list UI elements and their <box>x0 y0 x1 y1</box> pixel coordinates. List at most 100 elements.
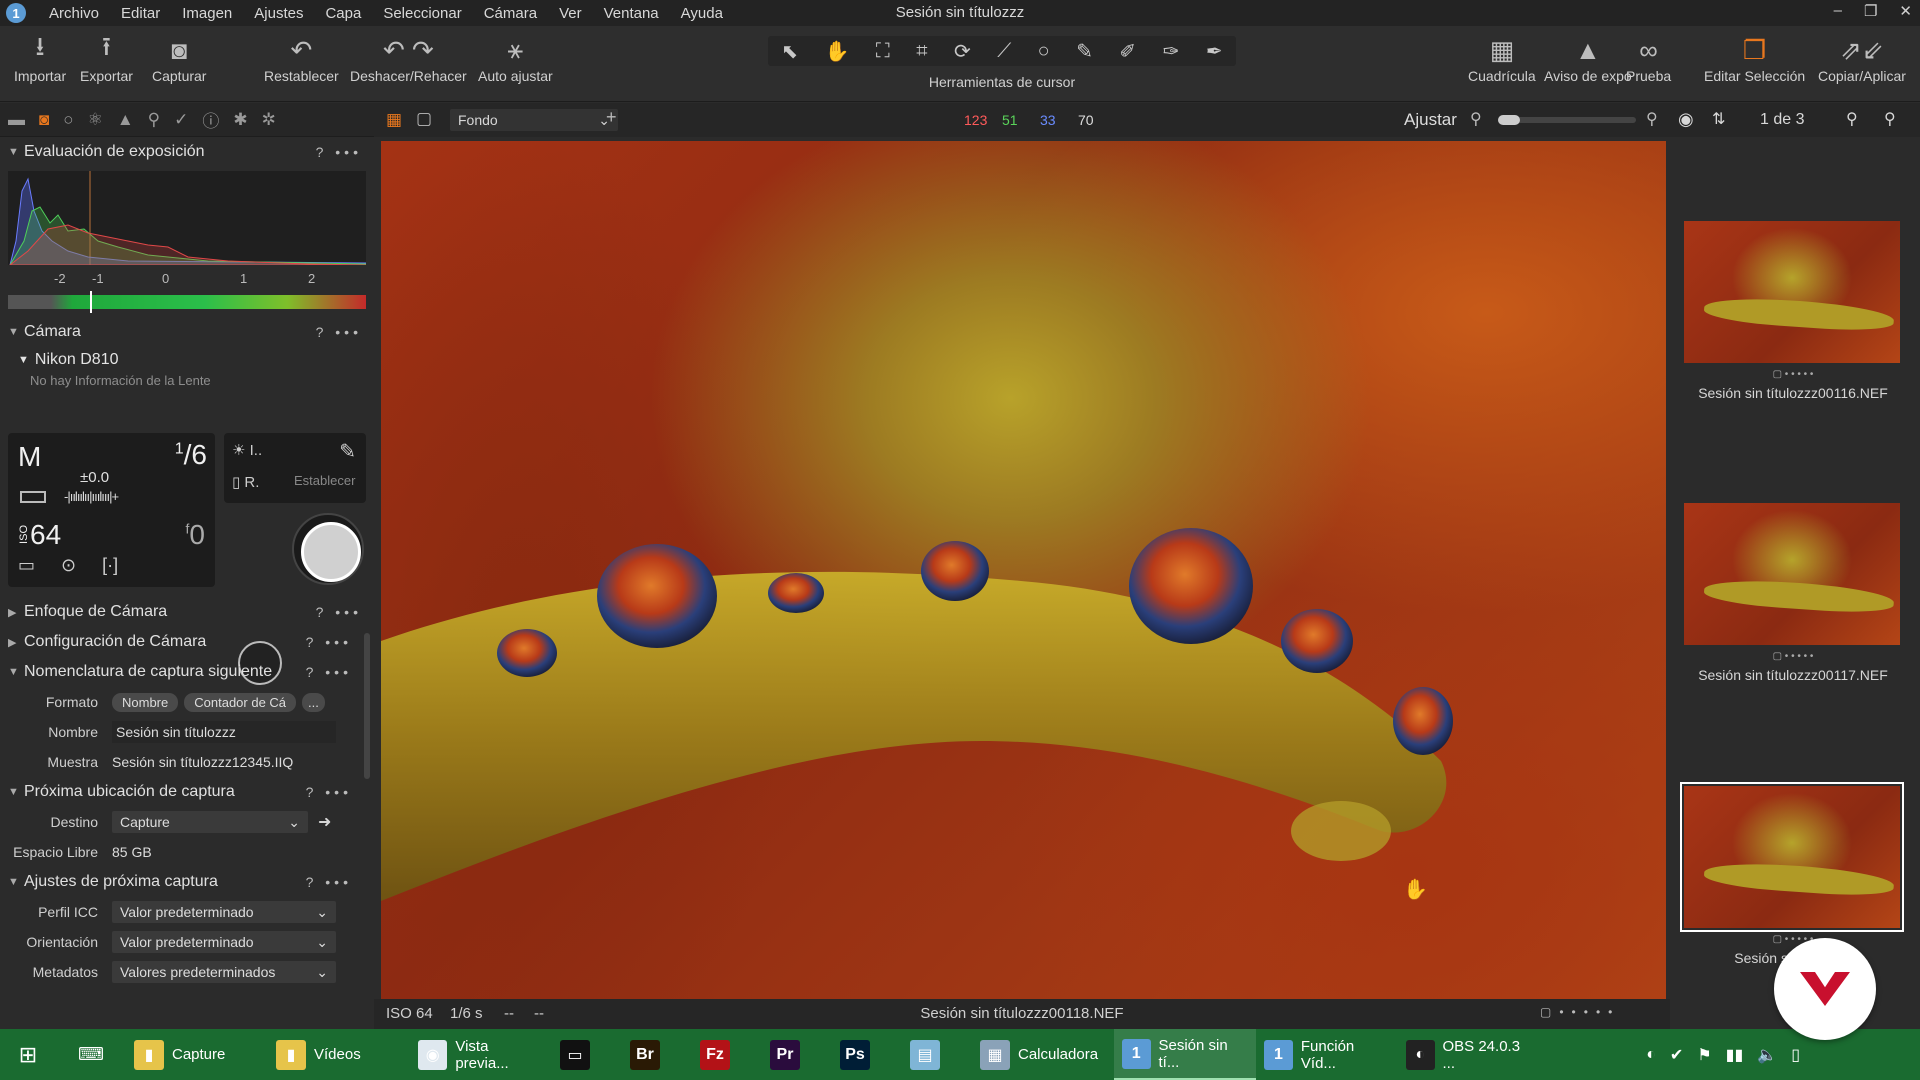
capturar-button[interactable]: ◙ Capturar <box>152 32 206 85</box>
thumbnail[interactable]: ▢ • • • • •Sesión sin títu...EF <box>1680 782 1906 966</box>
camera-config-section-header[interactable]: ▶ Configuración de Cámara ? ••• <box>0 627 374 657</box>
menu-7[interactable]: Ver <box>548 5 593 22</box>
format-token-name[interactable]: Nombre <box>112 692 179 712</box>
taskbar-item[interactable]: ▭ <box>552 1029 622 1080</box>
capture-one-logo-icon[interactable]: 1 <box>6 3 26 23</box>
exposure-warning-button[interactable]: ▲ Aviso de expo <box>1544 32 1632 85</box>
frame-icon[interactable]: ▭ <box>18 555 35 576</box>
taskbar-item[interactable]: ◉ Vista previa... <box>410 1029 552 1080</box>
tool-tab-8-icon[interactable]: ✱ <box>233 110 247 130</box>
tool-tab-0-icon[interactable]: ▬ <box>8 110 25 130</box>
menu-6[interactable]: Cámara <box>473 5 548 22</box>
zoom-in-icon[interactable]: ⚲ <box>1646 109 1658 129</box>
naming-section-header[interactable]: ▼ Nomenclatura de captura siguiente ? ••… <box>0 657 374 687</box>
taskbar-item[interactable]: 1 Función Víd... <box>1256 1029 1398 1080</box>
maximize-icon[interactable]: ❐ <box>1864 2 1877 20</box>
grid-button[interactable]: ▦ Cuadrícula <box>1468 32 1536 85</box>
menu-0[interactable]: Archivo <box>38 5 110 22</box>
taskbar-item[interactable]: Br <box>622 1029 692 1080</box>
exposure-section-header[interactable]: ▼ Evaluación de exposición ? ••• <box>0 137 374 167</box>
thumbnail[interactable]: ▢ • • • • • Sesión sin títulozzz00116.NEF <box>1680 221 1906 401</box>
next-capture-section-header[interactable]: ▼ Ajustes de próxima captura ? ••• <box>0 867 374 897</box>
section-tools[interactable]: ? ••• <box>306 634 352 650</box>
thumbnail-rating[interactable]: ▢ • • • • • <box>1680 928 1906 950</box>
cursor-tool-4-icon[interactable]: ⟳ <box>954 39 971 64</box>
auto-ajustar-button[interactable]: ⚹ Auto ajustar <box>478 32 553 84</box>
left-panel-scrollbar[interactable] <box>364 633 370 779</box>
keyboard-icon[interactable]: ⌨ <box>56 1029 126 1080</box>
zoom-slider[interactable] <box>1498 115 1636 125</box>
windows-start-icon[interactable]: ⊞ <box>0 1029 56 1080</box>
deshacer-rehacer-button[interactable]: ↶ ↷ Deshacer/Rehacer <box>350 32 467 85</box>
capture-shutter-button[interactable] <box>292 513 364 585</box>
cursor-tool-1-icon[interactable]: ✋ <box>824 39 849 64</box>
tool-tab-5-icon[interactable]: ⚲ <box>148 110 160 130</box>
thumbnail-rating[interactable]: ▢ • • • • • <box>1680 645 1906 667</box>
section-tools[interactable]: ? ••• <box>306 664 352 680</box>
close-icon[interactable]: ✕ <box>1899 2 1912 20</box>
minimize-icon[interactable]: – <box>1834 2 1842 20</box>
tray-icon-4[interactable]: 🔈 <box>1757 1045 1777 1065</box>
thumbnail-image[interactable] <box>1684 221 1900 363</box>
name-field[interactable]: Sesión sin títulozzz <box>112 721 336 743</box>
cursor-tool-5-icon[interactable]: ⟋ <box>997 40 1011 63</box>
section-tools[interactable]: ? ••• <box>316 144 362 160</box>
add-icon[interactable]: + <box>606 107 617 128</box>
zoom-icon[interactable]: ⚲ <box>1846 109 1858 129</box>
tray-icon-2[interactable]: ⚑ <box>1697 1045 1711 1065</box>
edit-selection-button[interactable]: ❐ Editar Selección <box>1704 32 1805 85</box>
metering-icon[interactable]: ⊙ <box>61 555 76 576</box>
thumbnail-image[interactable] <box>1684 503 1900 645</box>
menu-8[interactable]: Ventana <box>593 5 670 22</box>
search-icon[interactable]: ⚲ <box>1884 109 1896 129</box>
grid-view-icon[interactable]: ▦ <box>386 110 402 130</box>
cursor-tool-2-icon[interactable]: ⛶ <box>876 40 890 63</box>
taskbar-item[interactable]: Ps <box>832 1029 902 1080</box>
rating-dots[interactable]: ▢••••• <box>1540 1005 1620 1019</box>
menu-2[interactable]: Imagen <box>171 5 243 22</box>
menu-5[interactable]: Seleccionar <box>372 5 472 22</box>
eye-icon[interactable]: ◉ <box>1678 109 1694 130</box>
focus-area-icon[interactable]: [·] <box>102 555 118 576</box>
tool-tab-9-icon[interactable]: ✲ <box>262 110 276 130</box>
taskbar-item[interactable]: ▦ Calculadora <box>972 1029 1114 1080</box>
taskbar-item[interactable]: ▤ <box>902 1029 972 1080</box>
metadata-select[interactable]: Valores predeterminados ⌄ <box>112 961 336 983</box>
iso-value[interactable]: ISO64 <box>18 519 61 551</box>
layer-select[interactable]: Fondo ⌄ <box>450 109 618 131</box>
taskbar-item[interactable]: ▮ Vídeos <box>268 1029 410 1080</box>
icc-select[interactable]: Valor predeterminado ⌄ <box>112 901 336 923</box>
tool-tab-1-icon[interactable]: ◙ <box>39 110 49 130</box>
image-viewer[interactable]: ✋ <box>381 141 1666 999</box>
cursor-tool-0-icon[interactable]: ⬉ <box>781 39 798 64</box>
taskbar-item[interactable]: ◐ OBS 24.0.3 ... <box>1398 1029 1540 1080</box>
orientation-select[interactable]: Valor predeterminado ⌄ <box>112 931 336 953</box>
importar-button[interactable]: ⭳ Importar <box>14 31 66 84</box>
camera-section-header[interactable]: ▼ Cámara ? ••• <box>0 317 374 347</box>
tool-tab-2-icon[interactable]: ○ <box>63 110 73 130</box>
fit-label[interactable]: Ajustar <box>1404 110 1457 130</box>
sort-icon[interactable]: ⇅ <box>1712 109 1725 129</box>
thumbnail-image[interactable] <box>1680 782 1904 932</box>
cursor-tool-7-icon[interactable]: ✎ <box>1076 39 1093 64</box>
thumbnail-rating[interactable]: ▢ • • • • • <box>1680 363 1906 385</box>
section-tools[interactable]: ? ••• <box>306 874 352 890</box>
eyedropper-icon[interactable]: ✎ <box>339 439 356 464</box>
cursor-tool-3-icon[interactable]: ⌗ <box>916 40 927 63</box>
taskbar-item[interactable]: 1 Sesión sin tí... <box>1114 1029 1256 1080</box>
copy-apply-button[interactable]: ⇗⇙ Copiar/Aplicar <box>1818 32 1906 85</box>
exposure-marker[interactable] <box>90 291 92 313</box>
destination-select[interactable]: Capture ⌄ <box>112 811 308 833</box>
menu-3[interactable]: Ajustes <box>243 5 314 22</box>
zoom-slider-handle[interactable] <box>1498 115 1520 125</box>
menu-4[interactable]: Capa <box>314 5 372 22</box>
tool-tab-6-icon[interactable]: ✓ <box>174 110 188 130</box>
arrow-right-icon[interactable]: ➜ <box>318 812 331 832</box>
tray-icon-3[interactable]: ▮▮ <box>1726 1045 1744 1065</box>
camera-model[interactable]: ▼ Nikon D810 <box>0 347 374 373</box>
format-token-counter[interactable]: Contador de Cá <box>184 692 297 712</box>
shutter-speed[interactable]: 1/6 <box>175 439 207 471</box>
focus-section-header[interactable]: ▶ Enfoque de Cámara ? ••• <box>0 597 374 627</box>
white-balance-icon[interactable]: ☀ I.. <box>232 441 262 459</box>
cursor-tool-9-icon[interactable]: ✑ <box>1163 39 1180 64</box>
